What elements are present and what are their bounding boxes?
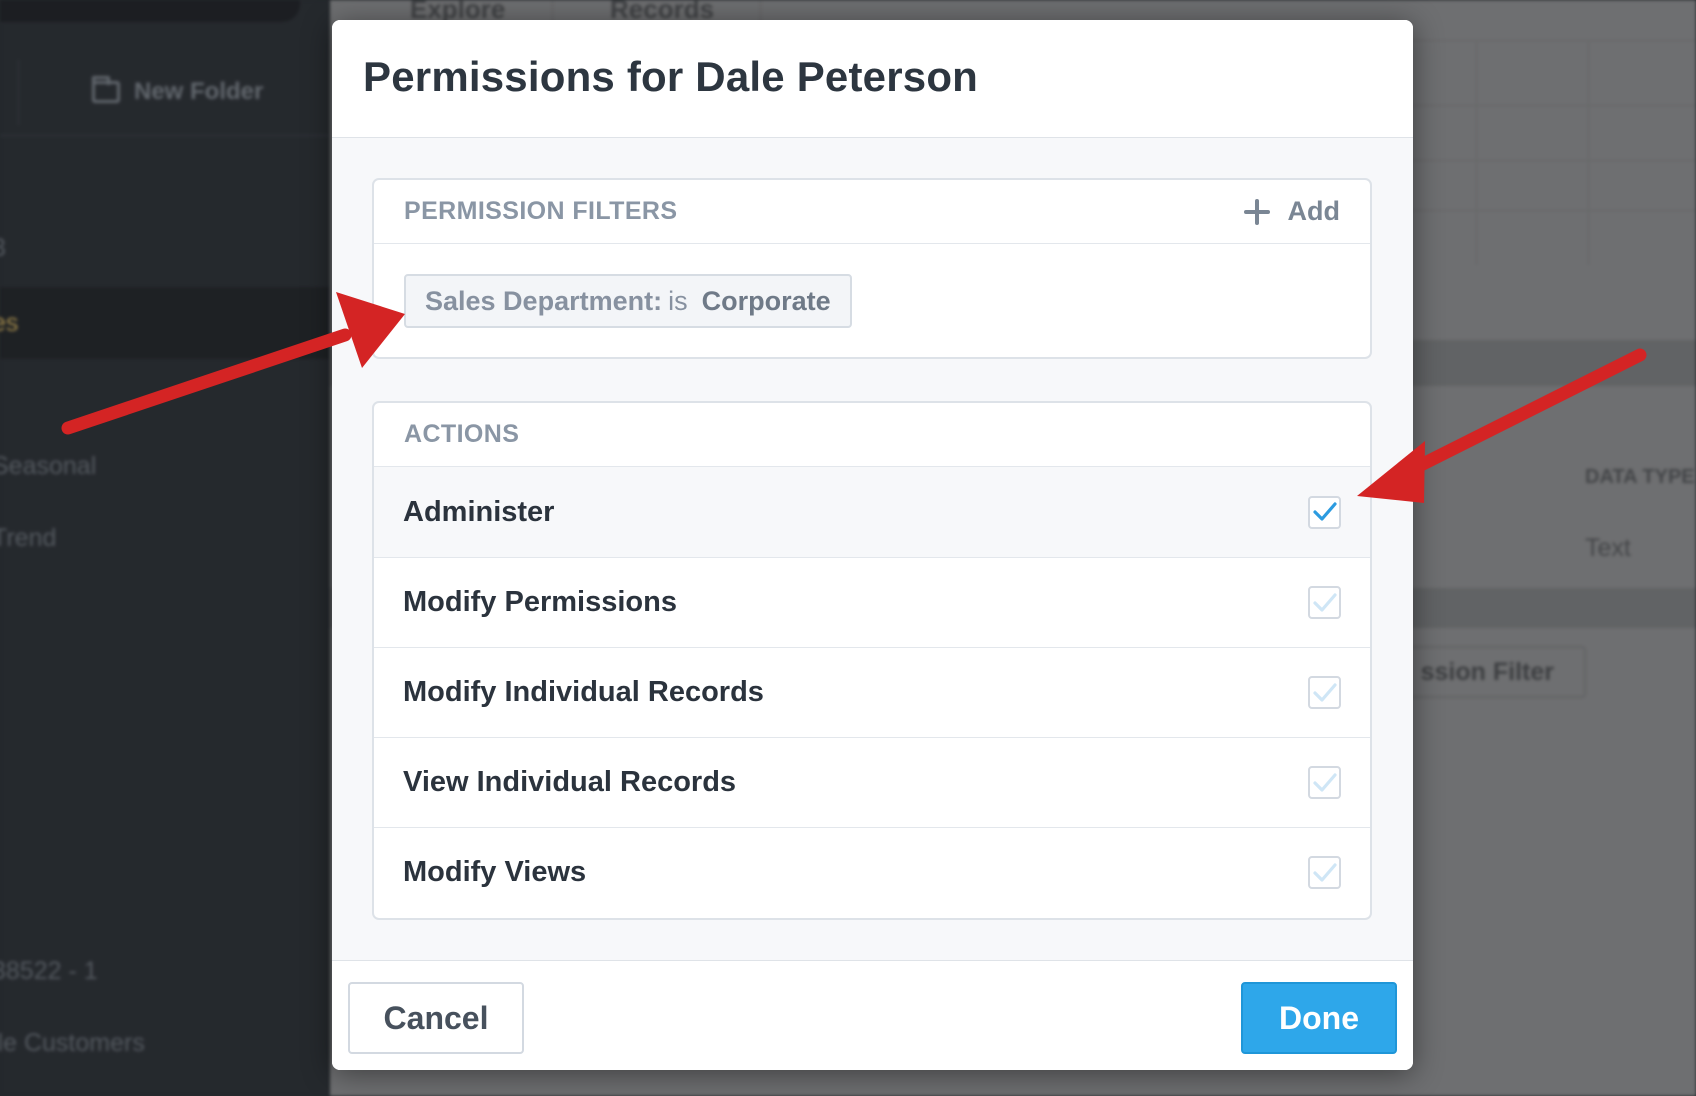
cancel-button[interactable]: Cancel [348,982,524,1054]
actions-label: ACTIONS [404,420,520,448]
checkmark-icon [1312,592,1337,612]
permission-filters-label: PERMISSION FILTERS [404,197,678,225]
add-filter-button[interactable]: Add [1243,196,1340,227]
checkmark-icon [1312,862,1337,882]
modify-individual-records-checkbox[interactable] [1308,676,1341,709]
action-row-modify-permissions[interactable]: Modify Permissions [374,557,1370,647]
permissions-modal: Permissions for Dale Peterson PERMISSION… [332,20,1413,1070]
modal-header: Permissions for Dale Peterson [332,20,1413,138]
filter-operator: is [668,285,688,316]
administer-checkbox[interactable] [1308,495,1341,529]
view-individual-records-checkbox[interactable] [1308,766,1341,799]
permission-filters-header: PERMISSION FILTERS Add [374,180,1370,244]
filter-field: Sales Department: [425,285,663,316]
action-row-view-individual-records[interactable]: View Individual Records [374,737,1370,827]
permission-filters-card: PERMISSION FILTERS Add Sales Department:… [372,178,1372,359]
actions-list: Administer Modify Permissions Modify Ind… [374,467,1370,917]
actions-header: ACTIONS [374,403,1370,467]
action-label: Modify Individual Records [403,676,764,708]
filter-chip[interactable]: Sales Department: is Corporate [404,274,852,328]
done-button[interactable]: Done [1241,982,1397,1054]
action-row-modify-individual-records[interactable]: Modify Individual Records [374,647,1370,737]
permission-filters-body: Sales Department: is Corporate [374,244,1370,357]
checkmark-icon [1312,772,1337,792]
checkmark-icon [1312,682,1337,702]
action-label: Modify Permissions [403,586,677,618]
checkmark-icon [1312,502,1337,521]
modal-footer: Cancel Done [332,960,1413,1070]
modal-title: Permissions for Dale Peterson [363,53,979,100]
add-filter-label: Add [1287,196,1340,226]
modify-views-checkbox[interactable] [1308,856,1341,889]
action-row-administer[interactable]: Administer [374,467,1370,557]
filter-value: Corporate [701,285,831,316]
modify-permissions-checkbox[interactable] [1308,586,1341,619]
actions-card: ACTIONS Administer Modify Permissions Mo… [372,401,1372,920]
action-label: View Individual Records [403,766,737,798]
action-label: Administer [403,495,555,528]
action-label: Modify Views [403,856,587,888]
plus-icon [1243,198,1270,225]
action-row-modify-views[interactable]: Modify Views [374,827,1370,917]
